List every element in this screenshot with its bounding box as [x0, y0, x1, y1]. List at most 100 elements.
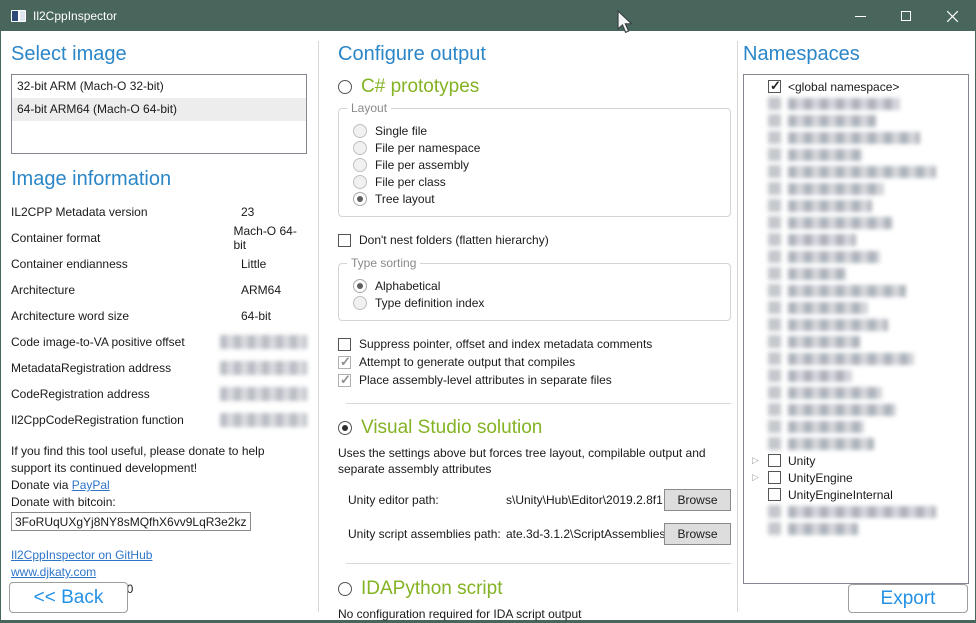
unity-assemblies-browse-button[interactable]: Browse — [664, 523, 731, 545]
radio-glyph[interactable] — [353, 124, 367, 138]
namespace-tree-row[interactable] — [744, 435, 968, 452]
radio-glyph[interactable] — [353, 175, 367, 189]
namespace-tree-row[interactable] — [744, 146, 968, 163]
idapython-radio[interactable] — [338, 582, 352, 596]
namespace-checkbox-redacted[interactable] — [768, 182, 781, 195]
namespace-tree-row[interactable] — [744, 95, 968, 112]
namespace-tree-row[interactable] — [744, 197, 968, 214]
namespace-checkbox-redacted[interactable] — [768, 148, 781, 161]
idapython-option[interactable]: IDAPython script — [338, 578, 731, 600]
namespace-checkbox-redacted[interactable] — [768, 233, 781, 246]
flatten-checkbox[interactable] — [338, 234, 351, 247]
radio-glyph[interactable] — [353, 158, 367, 172]
checkbox-glyph[interactable] — [338, 374, 351, 387]
github-link[interactable]: Il2CppInspector on GitHub — [11, 548, 152, 562]
radio-option-row[interactable]: Alphabetical — [353, 278, 720, 294]
back-button[interactable]: << Back — [9, 582, 128, 613]
namespace-tree-row[interactable] — [744, 384, 968, 401]
checkbox-row[interactable]: Place assembly-level attributes in separ… — [338, 371, 731, 389]
namespace-checkbox-redacted[interactable] — [768, 420, 781, 433]
namespace-checkbox-redacted[interactable] — [768, 284, 781, 297]
radio-glyph[interactable] — [353, 192, 367, 206]
checkbox-row[interactable]: Suppress pointer, offset and index metad… — [338, 335, 731, 353]
unity-editor-browse-button[interactable]: Browse — [664, 489, 731, 511]
radio-option-row[interactable]: Type definition index — [353, 295, 720, 311]
unity-assemblies-path-value[interactable]: ate.3d-3.1.2\ScriptAssemblies — [506, 527, 664, 541]
app-icon[interactable] — [11, 10, 26, 22]
expander-icon[interactable]: ▷ — [752, 469, 768, 486]
image-list-item[interactable]: 64-bit ARM64 (Mach-O 64-bit) — [12, 98, 306, 121]
namespace-tree-row[interactable]: ▷Unity — [744, 452, 968, 469]
image-list-item[interactable]: 32-bit ARM (Mach-O 32-bit) — [12, 75, 306, 98]
namespace-tree-row[interactable] — [744, 299, 968, 316]
namespace-checkbox-redacted[interactable] — [768, 403, 781, 416]
bitcoin-address-input[interactable] — [11, 512, 251, 531]
radio-option-row[interactable]: File per namespace — [353, 140, 720, 156]
namespace-tree-row[interactable] — [744, 333, 968, 350]
namespace-tree-row[interactable] — [744, 401, 968, 418]
namespace-tree-row[interactable] — [744, 520, 968, 537]
namespace-tree-row[interactable] — [744, 503, 968, 520]
radio-option-row[interactable]: File per class — [353, 174, 720, 190]
namespace-checkbox-redacted[interactable] — [768, 216, 781, 229]
namespace-checkbox-redacted[interactable] — [768, 505, 781, 518]
namespace-checkbox-redacted[interactable] — [768, 369, 781, 382]
namespaces-listbox[interactable]: <global namespace>▷Unity▷UnityEngineUnit… — [743, 74, 969, 584]
namespace-checkbox-redacted[interactable] — [768, 335, 781, 348]
close-button[interactable] — [929, 1, 975, 31]
namespace-checkbox-redacted[interactable] — [768, 250, 781, 263]
unity-editor-path-value[interactable]: s\Unity\Hub\Editor\2019.2.8f1 — [506, 493, 664, 507]
namespace-tree-row[interactable] — [744, 231, 968, 248]
expander-icon[interactable]: ▷ — [752, 452, 768, 469]
namespace-checkbox[interactable] — [768, 471, 781, 484]
namespace-checkbox-redacted[interactable] — [768, 114, 781, 127]
namespace-checkbox-redacted[interactable] — [768, 165, 781, 178]
image-listbox[interactable]: 32-bit ARM (Mach-O 32-bit)64-bit ARM64 (… — [11, 74, 307, 154]
namespace-tree-row[interactable] — [744, 112, 968, 129]
namespace-checkbox-redacted[interactable] — [768, 437, 781, 450]
namespace-tree-row[interactable] — [744, 214, 968, 231]
namespace-tree-row[interactable] — [744, 129, 968, 146]
namespace-checkbox-redacted[interactable] — [768, 131, 781, 144]
radio-option-row[interactable]: File per assembly — [353, 157, 720, 173]
checkbox-glyph[interactable] — [338, 338, 351, 351]
namespace-checkbox-redacted[interactable] — [768, 352, 781, 365]
export-button[interactable]: Export — [848, 584, 968, 613]
namespace-tree-row[interactable]: ▷UnityEngine — [744, 469, 968, 486]
namespace-tree-row[interactable] — [744, 248, 968, 265]
flatten-checkbox-row[interactable]: Don't nest folders (flatten hierarchy) — [338, 233, 731, 247]
radio-glyph[interactable] — [353, 279, 367, 293]
namespace-checkbox-redacted[interactable] — [768, 522, 781, 535]
namespace-checkbox-redacted[interactable] — [768, 386, 781, 399]
csharp-prototypes-radio[interactable] — [338, 80, 352, 94]
csharp-prototypes-option[interactable]: C# prototypes — [338, 76, 731, 98]
checkbox-row[interactable]: Attempt to generate output that compiles — [338, 353, 731, 371]
radio-glyph[interactable] — [353, 141, 367, 155]
namespace-tree-row[interactable] — [744, 282, 968, 299]
vs-solution-radio[interactable] — [338, 421, 352, 435]
namespace-tree-row[interactable] — [744, 316, 968, 333]
radio-option-row[interactable]: Single file — [353, 123, 720, 139]
namespace-checkbox[interactable] — [768, 488, 781, 501]
namespace-tree-row[interactable] — [744, 180, 968, 197]
checkbox-glyph[interactable] — [338, 356, 351, 369]
namespace-checkbox[interactable] — [768, 80, 781, 93]
namespace-checkbox-redacted[interactable] — [768, 97, 781, 110]
namespace-checkbox-redacted[interactable] — [768, 199, 781, 212]
website-link[interactable]: www.djkaty.com — [11, 565, 96, 579]
namespace-tree-row[interactable] — [744, 350, 968, 367]
paypal-link[interactable]: PayPal — [72, 478, 110, 492]
namespace-tree-row[interactable]: UnityEngineInternal — [744, 486, 968, 503]
minimize-button[interactable] — [837, 1, 883, 31]
maximize-button[interactable] — [883, 1, 929, 31]
namespace-checkbox-redacted[interactable] — [768, 267, 781, 280]
namespace-tree-row[interactable] — [744, 163, 968, 180]
namespace-checkbox-redacted[interactable] — [768, 318, 781, 331]
radio-glyph[interactable] — [353, 296, 367, 310]
namespace-checkbox-redacted[interactable] — [768, 301, 781, 314]
namespace-tree-row[interactable] — [744, 418, 968, 435]
namespace-tree-row[interactable] — [744, 265, 968, 282]
vs-solution-option[interactable]: Visual Studio solution — [338, 417, 731, 439]
radio-option-row[interactable]: Tree layout — [353, 191, 720, 207]
namespace-tree-row[interactable] — [744, 367, 968, 384]
